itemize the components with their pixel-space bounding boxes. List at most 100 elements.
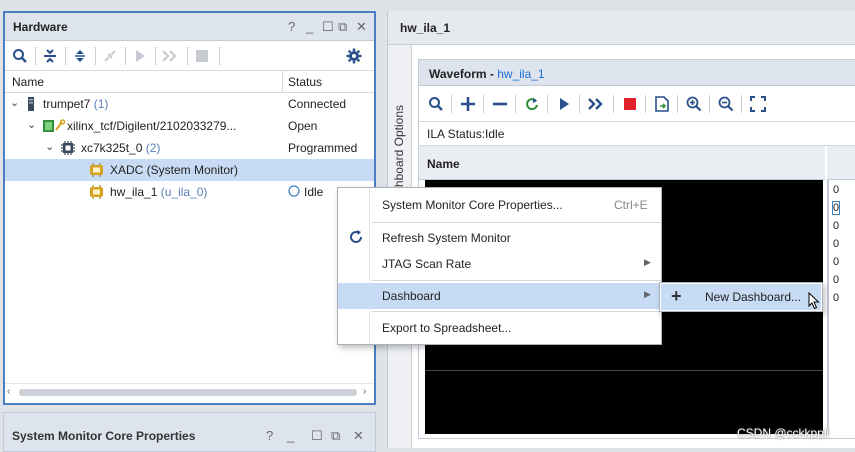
column-header-name[interactable]: Name xyxy=(12,75,44,89)
tree-suffix: (u_ila_0) xyxy=(160,185,208,199)
hardware-panel: Hardware ? _ ☐ ⧉ ✕ Name Status ⌄ trumpet… xyxy=(3,11,376,405)
menu-item-label: Export to Spreadsheet... xyxy=(382,321,512,335)
tree-label: XADC (System Monitor) xyxy=(110,163,239,177)
search-icon[interactable] xyxy=(9,45,31,67)
ila-status-bar: ILA Status:Idle xyxy=(419,122,855,146)
search-icon[interactable] xyxy=(425,93,447,115)
scroll-right-icon[interactable]: › xyxy=(363,386,366,397)
waveform-titlebar: Waveform - hw_ila_1 xyxy=(419,60,855,86)
menu-item-label: System Monitor Core Properties... xyxy=(382,198,563,212)
help-icon[interactable]: ? xyxy=(266,428,273,443)
waveform-title-link[interactable]: hw_ila_1 xyxy=(497,67,544,81)
refresh-icon xyxy=(348,229,364,248)
stop-trigger-icon[interactable] xyxy=(619,93,641,115)
stop-trigger-icon xyxy=(191,45,213,67)
tree-count: (1) xyxy=(93,97,109,111)
zoom-out-icon[interactable] xyxy=(715,93,737,115)
menu-item-label: JTAG Scan Rate xyxy=(382,257,472,271)
tree-row-fpga-device[interactable]: ⌄ xc7k325t_0 (2) Programmed xyxy=(5,137,374,159)
collapse-all-icon[interactable] xyxy=(39,45,61,67)
waveform-toolbar xyxy=(419,86,855,122)
add-probe-icon[interactable] xyxy=(457,93,479,115)
menu-item-refresh-system-monitor[interactable]: Refresh System Monitor xyxy=(338,225,661,251)
status-text: Programmed xyxy=(288,141,358,155)
plus-icon: + xyxy=(671,286,682,306)
minimize-icon[interactable]: _ xyxy=(306,19,313,34)
menu-item-label: Refresh System Monitor xyxy=(382,231,511,245)
value-text: 0 xyxy=(833,238,840,250)
menu-item-label: Dashboard xyxy=(382,289,441,303)
context-menu: System Monitor Core Properties... Ctrl+E… xyxy=(337,187,662,345)
debug-core-icon xyxy=(89,185,104,202)
dashboard-submenu: + New Dashboard... xyxy=(659,282,823,312)
server-icon xyxy=(27,97,35,114)
panel-title: System Monitor Core Properties xyxy=(12,429,196,443)
watermark-text: CSDN @cckkppll xyxy=(737,426,830,440)
jtag-target-icon xyxy=(43,119,66,136)
status-text: Idle xyxy=(304,185,324,199)
chevron-down-icon[interactable]: ⌄ xyxy=(10,96,19,109)
tree-row-hw-ila[interactable]: hw_ila_1 (u_ila_0) Idle xyxy=(5,181,374,203)
mouse-cursor-icon xyxy=(808,291,820,313)
close-icon[interactable]: ✕ xyxy=(356,19,367,35)
value-text: 0 xyxy=(833,184,840,196)
run-trigger-icon xyxy=(129,45,151,67)
run-trigger-icon[interactable] xyxy=(553,93,575,115)
menu-item-export-spreadsheet[interactable]: Export to Spreadsheet... xyxy=(338,315,661,341)
menu-item-core-properties[interactable]: System Monitor Core Properties... Ctrl+E xyxy=(338,192,661,218)
column-header-name[interactable]: Name xyxy=(427,157,460,171)
scrollbar-thumb[interactable] xyxy=(19,389,357,396)
column-header-status[interactable]: Status xyxy=(288,75,322,89)
tree-label: trumpet7 xyxy=(43,97,91,111)
fpga-chip-icon xyxy=(61,141,75,158)
tree-label: xilinx_tcf/Digilent/2102033279... xyxy=(67,119,237,133)
value-text: 0 xyxy=(833,220,840,232)
tree-count: (2) xyxy=(145,141,161,155)
status-text: Connected xyxy=(288,97,347,111)
tree-row-trumpet7[interactable]: ⌄ trumpet7 (1) Connected xyxy=(5,93,374,115)
hardware-title: Hardware xyxy=(13,20,68,34)
chevron-down-icon[interactable]: ⌄ xyxy=(27,118,36,131)
hardware-table-header: Name Status xyxy=(5,71,374,93)
gear-icon[interactable] xyxy=(343,45,365,67)
zoom-fit-icon[interactable] xyxy=(747,93,769,115)
restore-icon[interactable]: ⧉ xyxy=(338,19,347,35)
tree-label: xc7k325t_0 xyxy=(81,141,143,155)
restore-icon[interactable]: ⧉ xyxy=(331,428,340,444)
hardware-toolbar xyxy=(5,41,374,71)
system-monitor-properties-panel: System Monitor Core Properties ? _ ☐ ⧉ ✕ xyxy=(3,412,376,452)
horizontal-scrollbar[interactable]: ‹ › xyxy=(5,383,374,401)
tree-label: hw_ila_1 xyxy=(110,185,158,199)
zoom-in-icon[interactable] xyxy=(683,93,705,115)
remove-probe-icon[interactable] xyxy=(489,93,511,115)
menu-item-label: New Dashboard... xyxy=(705,290,802,304)
value-text: 0 xyxy=(833,274,840,286)
help-icon[interactable]: ? xyxy=(288,19,295,34)
maximize-icon[interactable]: ☐ xyxy=(322,19,334,35)
menu-item-shortcut: Ctrl+E xyxy=(614,198,648,212)
menu-item-jtag-scan-rate[interactable]: JTAG Scan Rate ▶ xyxy=(338,251,661,277)
status-text: Open xyxy=(288,119,318,133)
maximize-icon[interactable]: ☐ xyxy=(311,428,323,444)
minimize-icon[interactable]: _ xyxy=(287,428,294,443)
menu-item-dashboard[interactable]: Dashboard ▶ xyxy=(338,283,661,309)
idle-status-icon xyxy=(288,185,300,200)
tree-row-jtag-target[interactable]: ⌄ xilinx_tcf/Digilent/2102033279... Open xyxy=(5,115,374,137)
menu-item-new-dashboard[interactable]: + New Dashboard... xyxy=(661,284,821,310)
waveform-title: Waveform - xyxy=(429,67,498,81)
ila-tab-header: hw_ila_1 xyxy=(388,11,855,45)
auto-retrigger-icon[interactable] xyxy=(521,93,543,115)
ila-status-text: ILA Status:Idle xyxy=(427,127,505,141)
scroll-left-icon[interactable]: ‹ xyxy=(7,386,10,397)
tree-row-xadc[interactable]: XADC (System Monitor) xyxy=(5,159,374,181)
export-waveform-icon[interactable] xyxy=(651,93,673,115)
auto-connect-icon xyxy=(99,45,121,67)
close-icon[interactable]: ✕ xyxy=(353,428,364,444)
chevron-down-icon[interactable]: ⌄ xyxy=(45,140,54,153)
hardware-titlebar: Hardware ? _ ☐ ⧉ ✕ xyxy=(5,13,374,41)
ila-tab-title[interactable]: hw_ila_1 xyxy=(400,21,450,35)
expand-all-icon[interactable] xyxy=(69,45,91,67)
run-immediate-icon[interactable] xyxy=(585,93,607,115)
debug-core-icon xyxy=(89,163,104,180)
value-text: 0 xyxy=(833,292,840,304)
